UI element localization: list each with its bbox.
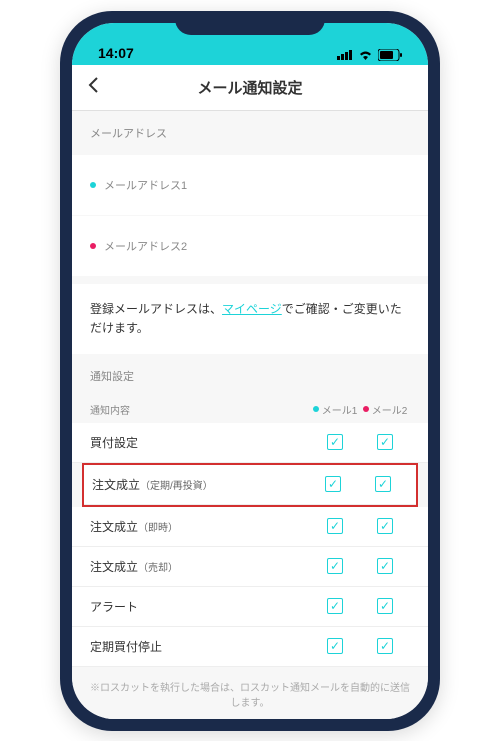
- row-label: 買付設定: [90, 434, 310, 451]
- email-address-2: メールアドレス2: [90, 230, 410, 262]
- info-text: 登録メールアドレスは、マイページでご確認・ご変更いただけます。: [72, 284, 428, 354]
- status-icons: [337, 49, 402, 61]
- footnote: ※ロスカットを執行した場合は、ロスカット通知メールを自動的に送信します。: [72, 667, 428, 719]
- notification-section-label: 通知設定: [72, 354, 428, 392]
- chevron-left-icon: [88, 77, 98, 93]
- highlighted-row: 注文成立（定期/再投資） ✓ ✓: [82, 463, 418, 507]
- notch: [175, 11, 325, 35]
- checkbox-mail1[interactable]: ✓: [327, 558, 343, 574]
- row-label: 注文成立（売却）: [90, 558, 310, 575]
- page-title: メール通知設定: [88, 77, 412, 98]
- table-row: 買付設定 ✓ ✓: [72, 423, 428, 463]
- checkbox-mail1[interactable]: ✓: [327, 518, 343, 534]
- status-time: 14:07: [98, 45, 134, 61]
- dot-icon-teal: [90, 182, 96, 188]
- email-address-1: メールアドレス1: [90, 169, 410, 201]
- email-section-label: メールアドレス: [72, 111, 428, 149]
- signal-icon: [337, 49, 353, 60]
- row-label: 注文成立（即時）: [90, 518, 310, 535]
- row-label: 注文成立（定期/再投資）: [92, 476, 308, 493]
- email-card: メールアドレス1: [72, 155, 428, 215]
- checkbox-mail2[interactable]: ✓: [375, 476, 391, 492]
- mypage-link[interactable]: マイページ: [222, 302, 282, 316]
- email-card-2: メールアドレス2: [72, 216, 428, 276]
- checkbox-mail2[interactable]: ✓: [377, 434, 393, 450]
- checkbox-mail1[interactable]: ✓: [327, 434, 343, 450]
- phone-frame: 14:07 メール通知設定 メールアドレス メールアドレス1: [60, 11, 440, 731]
- checkbox-mail1[interactable]: ✓: [327, 598, 343, 614]
- back-button[interactable]: [88, 76, 98, 99]
- table-row: 注文成立（即時） ✓ ✓: [72, 507, 428, 547]
- checkbox-mail1[interactable]: ✓: [325, 476, 341, 492]
- battery-icon: [378, 49, 402, 61]
- header: メール通知設定: [72, 65, 428, 111]
- col-header-mail1: メール1: [310, 402, 360, 417]
- table-row: 注文成立（売却） ✓ ✓: [72, 547, 428, 587]
- row-label: アラート: [90, 598, 310, 615]
- table-row: 注文成立（定期/再投資） ✓ ✓: [84, 465, 416, 505]
- checkbox-mail2[interactable]: ✓: [377, 598, 393, 614]
- phone-screen: 14:07 メール通知設定 メールアドレス メールアドレス1: [72, 23, 428, 719]
- checkbox-mail1[interactable]: ✓: [327, 638, 343, 654]
- dot-icon-pink: [90, 243, 96, 249]
- table-row: アラート ✓ ✓: [72, 587, 428, 627]
- table-row: 定期買付停止 ✓ ✓: [72, 627, 428, 667]
- content[interactable]: メールアドレス メールアドレス1 メールアドレス2 登録メールアドレスは、マイペ…: [72, 111, 428, 719]
- checkbox-mail2[interactable]: ✓: [377, 638, 393, 654]
- table-header: 通知内容 メール1 メール2: [72, 392, 428, 423]
- row-label: 定期買付停止: [90, 638, 310, 655]
- checkbox-mail2[interactable]: ✓: [377, 558, 393, 574]
- wifi-icon: [358, 49, 373, 60]
- checkbox-mail2[interactable]: ✓: [377, 518, 393, 534]
- col-header-mail2: メール2: [360, 402, 410, 417]
